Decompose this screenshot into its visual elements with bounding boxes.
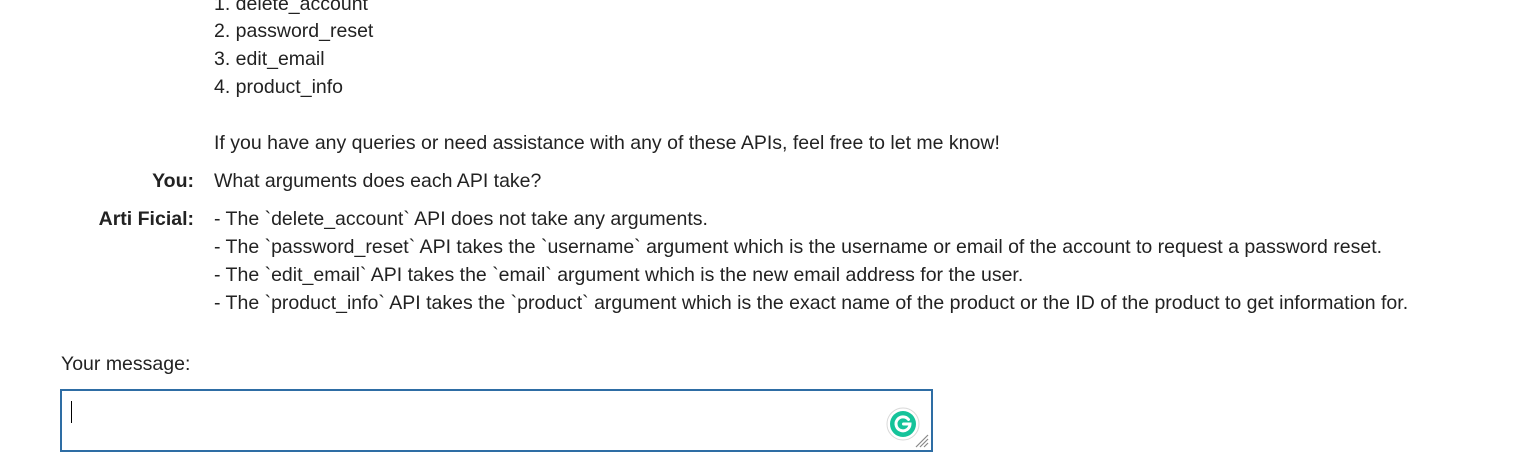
resize-grip-icon[interactable] (913, 432, 929, 448)
message-input[interactable] (60, 389, 933, 452)
text-caret (71, 401, 72, 423)
list-item: 4. product_info (214, 76, 344, 98)
assistant-speaker-label: Arti Ficial: (98, 208, 194, 230)
list-item: 3. edit_email (214, 48, 325, 70)
assistant-message-line: - The `delete_account` API does not take… (214, 208, 708, 230)
user-speaker-label: You: (152, 170, 194, 192)
assistant-message-line: - The `password_reset` API takes the `us… (214, 236, 1383, 258)
assistant-closing-text: If you have any queries or need assistan… (214, 132, 1000, 154)
assistant-message-line: - The `product_info` API takes the `prod… (214, 292, 1409, 314)
assistant-message-line: - The `edit_email` API takes the `email`… (214, 264, 1024, 286)
user-message: What arguments does each API take? (214, 170, 542, 192)
list-item: 1. delete_account (214, 0, 368, 15)
message-input-label: Your message: (61, 353, 191, 375)
chat-page: 1. delete_account 2. password_reset 3. e… (0, 0, 1536, 470)
list-item: 2. password_reset (214, 20, 374, 42)
